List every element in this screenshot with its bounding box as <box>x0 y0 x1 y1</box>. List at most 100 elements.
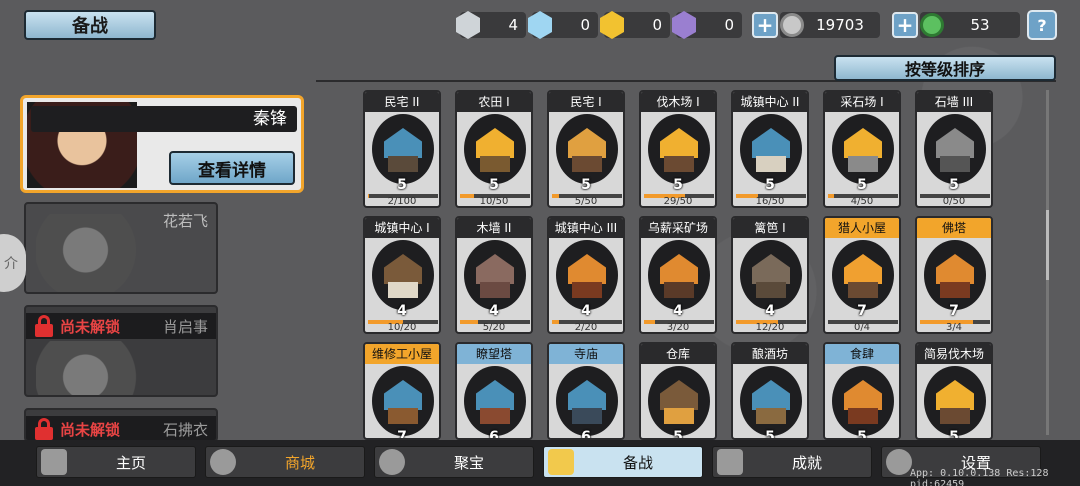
building-card[interactable]: 维修工小屋 7 <box>363 342 441 440</box>
add-jade-button[interactable]: + <box>892 12 918 38</box>
gold-crest-icon <box>600 11 624 39</box>
building-name: 城镇中心 III <box>549 218 623 238</box>
gold-crest-value: 0 <box>652 16 662 34</box>
hero-card-selected[interactable]: 秦锋 查看详情 <box>20 95 304 193</box>
building-level: 4 <box>489 303 499 319</box>
locked-label: 尚未解锁 <box>60 420 121 439</box>
building-card[interactable]: 篱笆 I 4 12/20 <box>731 216 809 334</box>
nav-label: 备战 <box>622 453 653 472</box>
ice-crest-value: 0 <box>580 16 590 34</box>
scrollbar-thumb[interactable] <box>1046 210 1049 280</box>
building-card[interactable]: 寺庙 6 <box>547 342 625 440</box>
building-progress-text: 4/50 <box>850 196 874 207</box>
gear-icon <box>886 449 912 475</box>
nav-home[interactable]: 主页 <box>36 446 196 478</box>
building-name: 伐木场 I <box>641 92 715 112</box>
building-card[interactable]: 食肆 5 <box>823 342 901 440</box>
nav-achievements[interactable]: 成就 <box>712 446 872 478</box>
building-card[interactable]: 城镇中心 III 4 2/20 <box>547 216 625 334</box>
silver-crest-counter: 4 <box>456 11 526 39</box>
hero-name: 秦锋 <box>31 106 297 132</box>
building-card[interactable]: 石墙 III 5 0/50 <box>915 90 993 208</box>
view-details-button[interactable]: 查看详情 <box>169 151 295 185</box>
building-illustration <box>832 240 894 310</box>
building-illustration <box>832 114 894 184</box>
building-card[interactable]: 城镇中心 I 4 10/20 <box>363 216 441 334</box>
page-title: 备战 <box>24 10 156 40</box>
building-level: 4 <box>581 303 591 319</box>
building-progress-text: 29/50 <box>663 196 693 207</box>
lock-icon <box>34 418 54 440</box>
building-name: 仓库 <box>641 344 715 364</box>
building-card[interactable]: 民宅 I 5 5/50 <box>547 90 625 208</box>
building-level: 6 <box>581 429 591 440</box>
building-illustration <box>740 240 802 310</box>
building-illustration <box>924 114 986 184</box>
ice-crest-counter: 0 <box>528 11 598 39</box>
nav-treasure[interactable]: 聚宝 <box>374 446 534 478</box>
nav-label: 主页 <box>115 453 146 472</box>
building-illustration <box>556 114 618 184</box>
building-illustration <box>372 114 434 184</box>
gold-crest-counter: 0 <box>600 11 670 39</box>
building-level: 5 <box>765 177 775 193</box>
nav-prepare[interactable]: 备战 <box>543 446 703 478</box>
building-progress-text: 10/50 <box>479 196 509 207</box>
building-card[interactable]: 乌薪采矿场 4 3/20 <box>639 216 717 334</box>
hero-portrait <box>36 214 146 292</box>
building-progress-text: 10/20 <box>387 322 417 333</box>
building-card[interactable]: 采石场 I 5 4/50 <box>823 90 901 208</box>
nav-label: 成就 <box>791 453 822 472</box>
sort-by-level-button[interactable]: 按等级排序 <box>834 55 1056 81</box>
building-name: 佛塔 <box>917 218 991 238</box>
home-icon <box>41 449 67 475</box>
silver-crest-icon <box>456 11 480 39</box>
lock-icon <box>34 315 54 337</box>
building-level: 5 <box>857 429 867 440</box>
jade-icon <box>920 13 944 37</box>
coins-value: 19703 <box>816 16 864 34</box>
building-card[interactable]: 猎人小屋 7 0/4 <box>823 216 901 334</box>
achievement-icon <box>717 449 743 475</box>
building-card[interactable]: 瞭望塔 6 <box>455 342 533 440</box>
hero-card[interactable]: 花若飞 <box>24 202 218 294</box>
building-level: 7 <box>949 303 959 319</box>
building-illustration <box>372 366 434 436</box>
hero-portrait <box>36 341 146 395</box>
building-progress-text: 0/50 <box>942 196 966 207</box>
building-level: 5 <box>581 177 591 193</box>
hero-card-locked[interactable]: 尚未解锁 肖启事 <box>24 305 218 397</box>
building-illustration <box>648 240 710 310</box>
building-level: 7 <box>397 429 407 440</box>
building-level: 5 <box>857 177 867 193</box>
lock-banner: 尚未解锁 石拂衣 <box>26 416 216 440</box>
building-name: 民宅 I <box>549 92 623 112</box>
nav-shop[interactable]: 商城 <box>205 446 365 478</box>
building-card[interactable]: 伐木场 I 5 29/50 <box>639 90 717 208</box>
grid-scrollbar[interactable] <box>1046 90 1049 435</box>
help-button[interactable]: ? <box>1027 10 1057 40</box>
building-card[interactable]: 酿酒坊 5 <box>731 342 809 440</box>
building-card[interactable]: 仓库 5 <box>639 342 717 440</box>
building-card[interactable]: 民宅 II 5 2/100 <box>363 90 441 208</box>
add-coins-button[interactable]: + <box>752 12 778 38</box>
building-level: 5 <box>489 177 499 193</box>
building-card[interactable]: 简易伐木场 5 <box>915 342 993 440</box>
building-level: 7 <box>857 303 867 319</box>
building-card[interactable]: 木墙 II 4 5/20 <box>455 216 533 334</box>
hero-name: 石拂衣 <box>162 420 208 439</box>
building-illustration <box>740 366 802 436</box>
debug-info: App: 0.10.0.138 Res:128 pid:62459 <box>910 468 1049 486</box>
building-card[interactable]: 佛塔 7 3/4 <box>915 216 993 334</box>
hero-card-locked[interactable]: 尚未解锁 石拂衣 <box>24 408 218 442</box>
building-progress-text: 5/20 <box>482 322 506 333</box>
building-card[interactable]: 农田 I 5 10/50 <box>455 90 533 208</box>
building-illustration <box>464 114 526 184</box>
building-illustration <box>464 240 526 310</box>
ice-crest-icon <box>528 11 552 39</box>
building-illustration <box>924 240 986 310</box>
building-card[interactable]: 城镇中心 II 5 16/50 <box>731 90 809 208</box>
silver-coin-icon <box>780 13 804 37</box>
building-progress-text: 3/4 <box>945 322 963 333</box>
purple-crest-icon <box>672 11 696 39</box>
